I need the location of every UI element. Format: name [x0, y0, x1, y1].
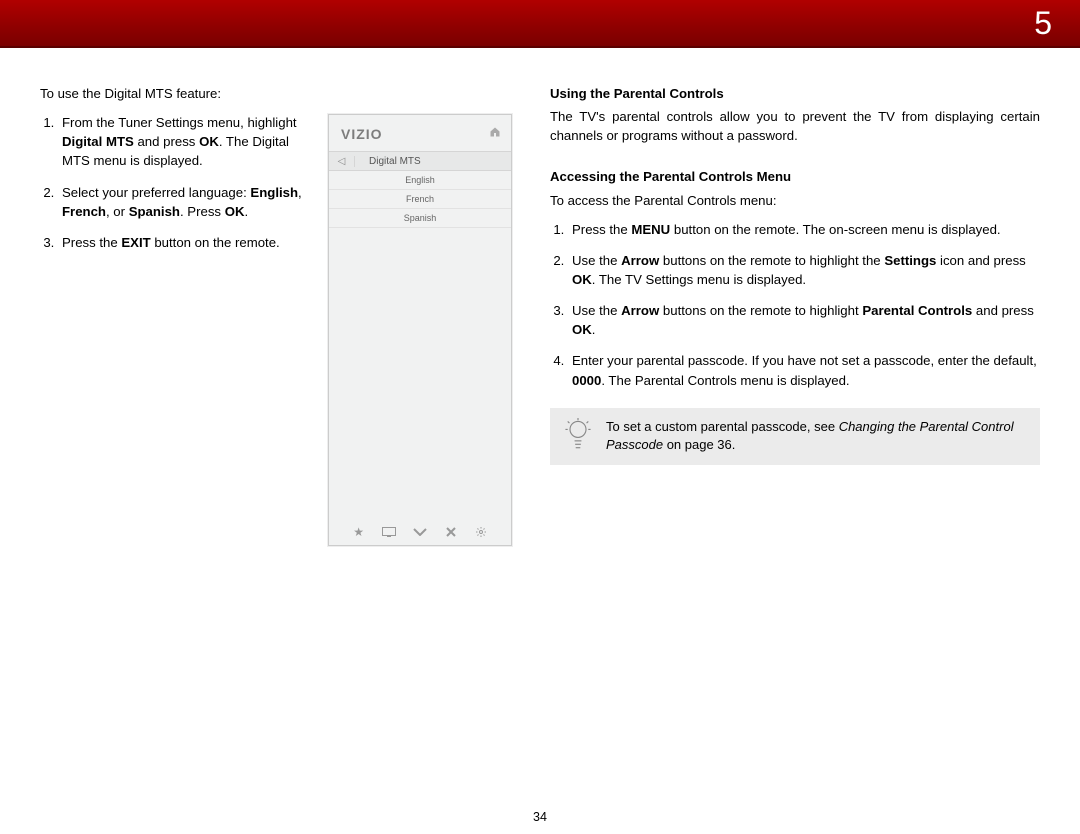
tv-menu-title: Digital MTS: [355, 156, 421, 167]
left-step-3: Press the EXIT button on the remote.: [58, 233, 310, 252]
right-step-4: Enter your parental passcode. If you hav…: [568, 351, 1040, 389]
tv-menu-screenshot: VIZIO ◁ Digital MTS English French Spani…: [328, 114, 512, 546]
chevron-down-icon: [411, 528, 429, 536]
tip-callout: To set a custom parental passcode, see C…: [550, 408, 1040, 465]
vizio-logo: VIZIO: [341, 126, 383, 142]
screen-icon: [380, 527, 398, 537]
left-column: To use the Digital MTS feature: From the…: [40, 84, 520, 546]
right-step-2: Use the Arrow buttons on the remote to h…: [568, 251, 1040, 289]
left-steps: From the Tuner Settings menu, highlight …: [40, 113, 310, 252]
right-step-3: Use the Arrow buttons on the remote to h…: [568, 301, 1040, 339]
page-number: 34: [0, 810, 1080, 824]
parental-intro: The TV's parental controls allow you to …: [550, 107, 1040, 145]
tv-menu-item: English: [329, 171, 511, 190]
tv-menu-title-row: ◁ Digital MTS: [329, 151, 511, 171]
left-intro: To use the Digital MTS feature:: [40, 84, 310, 103]
access-intro: To access the Parental Controls menu:: [550, 191, 1040, 210]
left-step-2: Select your preferred language: English,…: [58, 183, 310, 221]
tv-menu-item: French: [329, 190, 511, 209]
left-step-1: From the Tuner Settings menu, highlight …: [58, 113, 310, 170]
gear-icon: [472, 526, 490, 538]
close-icon: [442, 527, 460, 537]
chapter-number: 5: [1034, 5, 1052, 42]
section-heading-parental: Using the Parental Controls: [550, 84, 1040, 103]
section-heading-access: Accessing the Parental Controls Menu: [550, 167, 1040, 186]
left-text: To use the Digital MTS feature: From the…: [40, 84, 310, 546]
back-arrow-icon: ◁: [329, 156, 355, 167]
home-icon: [489, 125, 501, 143]
star-icon: ★: [350, 525, 368, 539]
chapter-header: 5: [0, 0, 1080, 48]
tv-menu-header: VIZIO: [329, 115, 511, 151]
tv-menu-list: English French Spanish: [329, 171, 511, 228]
right-step-1: Press the MENU button on the remote. The…: [568, 220, 1040, 239]
right-steps: Press the MENU button on the remote. The…: [550, 220, 1040, 390]
tv-menu-spacer: [329, 228, 511, 519]
page-content: To use the Digital MTS feature: From the…: [0, 48, 1080, 546]
lightbulb-icon: [564, 418, 592, 455]
tip-text: To set a custom parental passcode, see C…: [606, 418, 1026, 454]
right-column: Using the Parental Controls The TV's par…: [550, 84, 1040, 546]
tv-menu-footer: ★: [329, 519, 511, 545]
tv-menu-item: Spanish: [329, 209, 511, 228]
